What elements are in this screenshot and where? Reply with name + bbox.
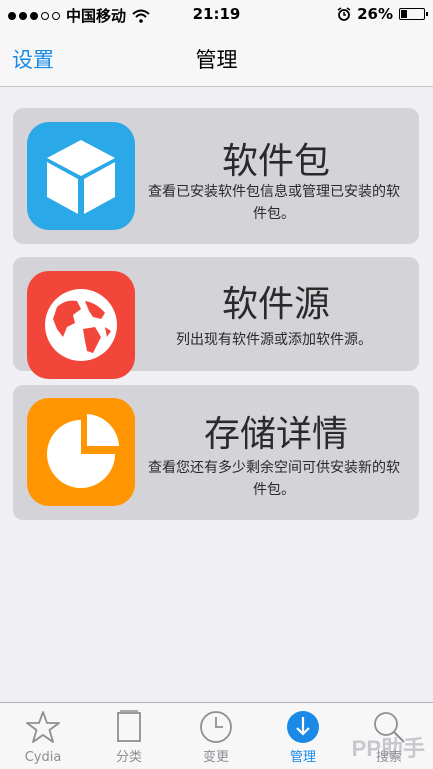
card-title: 软件包 <box>221 141 330 182</box>
pie-chart-icon <box>27 398 135 506</box>
globe-icon <box>27 271 135 379</box>
card-title: 软件源 <box>221 284 330 325</box>
package-box-icon <box>27 122 135 230</box>
tab-label: 变更 <box>202 750 229 765</box>
tab-label: Cydia <box>24 750 62 765</box>
watermark-logo: PP助手 <box>351 736 425 761</box>
page-title: 管理 <box>195 48 238 72</box>
tab-sections[interactable]: 分类 <box>86 703 172 769</box>
card-title: 存储详情 <box>203 414 348 455</box>
tab-label: 分类 <box>115 750 142 765</box>
alarm-icon <box>337 7 351 21</box>
status-right: 26% <box>337 5 428 23</box>
clock-icon <box>200 711 232 743</box>
tab-manage[interactable]: 管理 <box>260 703 346 769</box>
storage-card[interactable]: 存储详情 查看您还有多少剩余空间可供安装新的软件包。 <box>13 385 419 520</box>
card-description: 查看您还有多少剩余空间可供安装新的软件包。 <box>148 460 400 498</box>
card-description: 列出现有软件源或添加软件源。 <box>176 332 372 348</box>
tab-changes[interactable]: 变更 <box>173 703 259 769</box>
status-bar: 中国移动 21:19 26% <box>0 0 433 28</box>
tab-cydia[interactable]: Cydia <box>0 703 86 769</box>
card-description: 查看已安装软件包信息或管理已安装的软件包。 <box>148 184 400 222</box>
sources-card[interactable]: 软件源 列出现有软件源或添加软件源。 <box>13 257 419 379</box>
star-icon <box>26 711 60 743</box>
tab-bar: Cydia 分类 变更 管理 搜索 PP助手 <box>0 702 433 769</box>
battery-icon <box>399 8 428 20</box>
manage-download-icon <box>287 711 319 743</box>
battery-percent: 26% <box>357 5 393 23</box>
navigation-bar: 设置 管理 <box>0 28 433 87</box>
sections-icon <box>117 710 141 742</box>
tab-label: 管理 <box>289 750 316 765</box>
packages-card[interactable]: 软件包 查看已安装软件包信息或管理已安装的软件包。 <box>13 108 419 244</box>
